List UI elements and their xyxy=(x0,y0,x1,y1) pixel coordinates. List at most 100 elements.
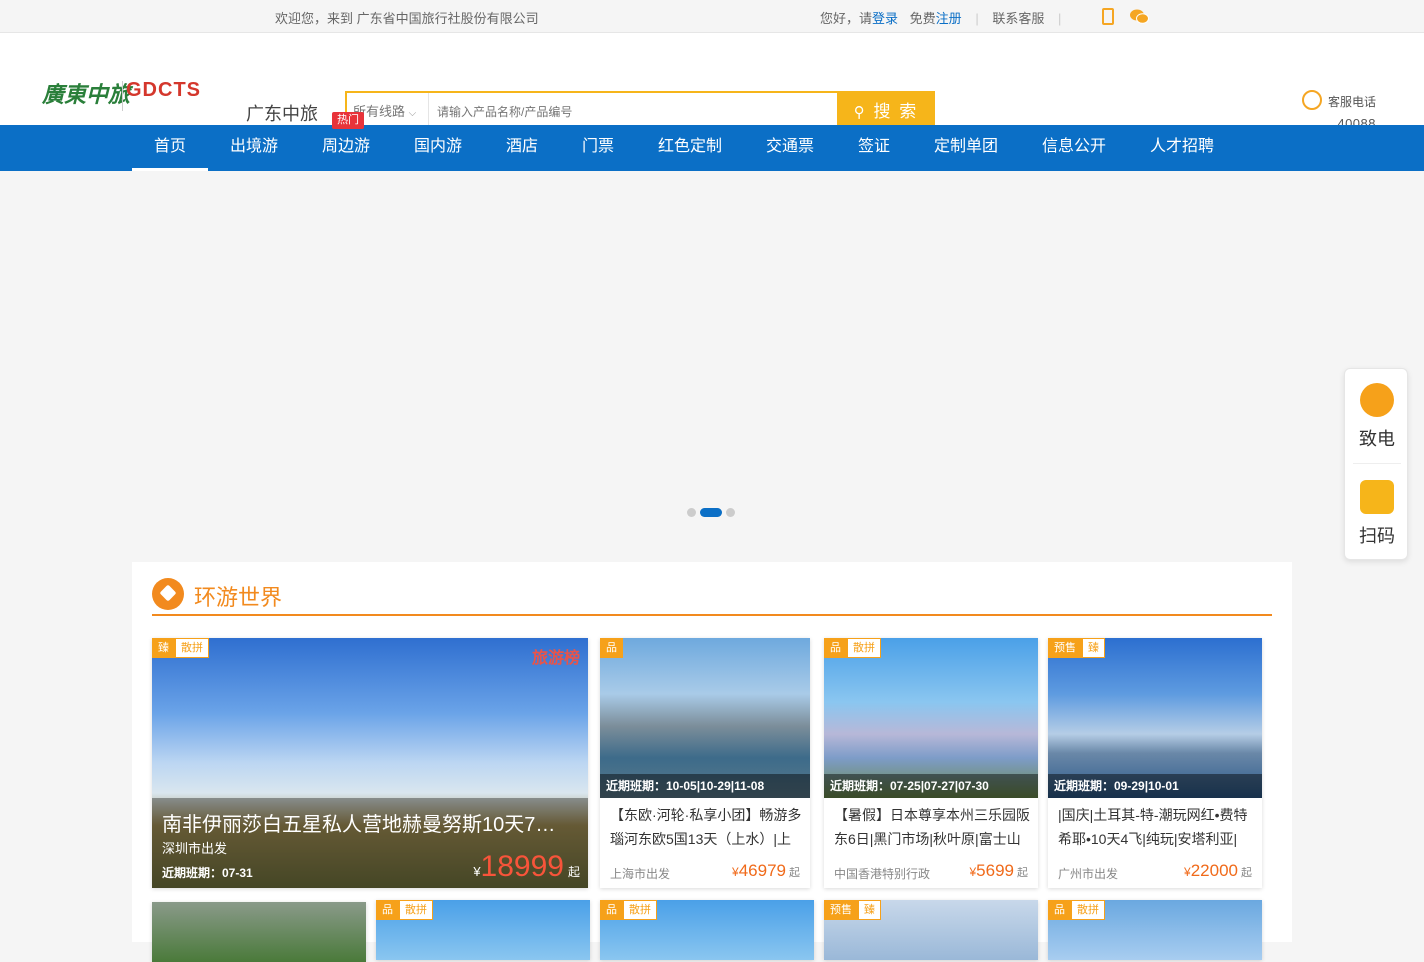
phone-icon xyxy=(1302,90,1322,110)
banner-carousel[interactable] xyxy=(0,171,1424,561)
header: 廣東中旅 GDCTS 广东中旅 所有线路 ⌵ ⚲ 搜 索 客服电话 40088 … xyxy=(0,33,1424,146)
chevron-down-icon: ⌵ xyxy=(408,108,417,119)
nav-item-home[interactable]: 首页 xyxy=(132,125,208,171)
tag: 预售 xyxy=(824,900,858,920)
nav-item-nearby[interactable]: 周边游 xyxy=(308,125,384,171)
welcome-text: 欢迎您，来到 广东省中国旅行社股份有限公司 xyxy=(275,11,539,26)
qr-code-icon xyxy=(1360,480,1394,514)
price-value: 18999 xyxy=(480,850,564,883)
product-title[interactable]: |国庆|土耳其-特-潮玩网红•费特希耶•10天4飞|纯玩|安塔利亚| xyxy=(1058,803,1254,851)
section-header: 环游世界 xyxy=(152,576,1272,616)
tag: 臻 xyxy=(152,638,175,658)
currency: ¥ xyxy=(473,864,481,879)
price-suffix: 起 xyxy=(1241,867,1252,879)
top-bar-links: 您好，请登录 免费注册 | 联系客服 | xyxy=(820,8,1071,27)
nav-item-custom-group[interactable]: 定制单团 xyxy=(924,125,1008,171)
wechat-icon[interactable] xyxy=(1129,9,1149,24)
search-button-label: 搜 索 xyxy=(873,102,919,121)
price: ¥22000 起 xyxy=(1184,861,1252,881)
price-suffix: 起 xyxy=(1017,867,1028,879)
greeting-text: 您好，请 xyxy=(820,11,873,26)
tag: 散拼 xyxy=(847,638,881,658)
product-card[interactable]: 品散拼 xyxy=(376,900,590,960)
nav-item-domestic[interactable]: 国内游 xyxy=(400,125,476,171)
mobile-icon[interactable] xyxy=(1102,8,1114,25)
world-tour-section: 环游世界 旅游榜 臻散拼 南非伊丽莎白五星私人营地赫曼努斯10天7晚 | 深圳直… xyxy=(132,562,1292,962)
call-label: 致电 xyxy=(1359,429,1395,449)
nav-item-outbound[interactable]: 出境游 xyxy=(216,125,292,171)
product-card[interactable] xyxy=(152,902,366,962)
product-tags: 品 xyxy=(600,638,623,658)
product-image: 近期班期：07-25|07-27|07-30 xyxy=(824,638,1038,798)
product-card[interactable]: 品散拼 xyxy=(1048,900,1262,960)
watermark-text: 旅游榜 xyxy=(531,650,580,667)
register-link[interactable]: 注册 xyxy=(936,11,962,26)
carousel-dots xyxy=(687,504,739,522)
nav-item-transport[interactable]: 交通票 xyxy=(752,125,828,171)
brand-name: 广东中旅 xyxy=(246,104,318,124)
tag: 品 xyxy=(1048,900,1071,920)
product-card[interactable]: 品散拼 xyxy=(600,900,814,960)
product-title[interactable]: 【东欧·河轮·私享小团】畅游多瑙河东欧5国13天（上水）|上海往返 xyxy=(610,803,802,851)
nav-item-tickets[interactable]: 门票 xyxy=(570,125,626,171)
tag: 散拼 xyxy=(1071,900,1105,920)
divider: | xyxy=(1057,11,1062,26)
product-card[interactable]: 近期班期：10-05|10-29|11-08 品 【东欧·河轮·私享小团】畅游多… xyxy=(600,638,810,888)
divider xyxy=(1353,463,1401,464)
product-tags: 品散拼 xyxy=(1048,900,1105,920)
section-title: 环游世界 xyxy=(194,585,283,610)
departure-city: 上海市出发 xyxy=(610,867,671,881)
departure-city: 中国香港特别行政 xyxy=(834,867,931,881)
login-link[interactable]: 登录 xyxy=(872,11,898,26)
price-value: 5699 xyxy=(976,861,1014,880)
logo-divider xyxy=(122,81,123,111)
scan-button[interactable]: 扫码 xyxy=(1345,480,1409,548)
currency: ¥ xyxy=(732,865,739,879)
tag: 散拼 xyxy=(175,638,209,658)
nav-item-careers[interactable]: 人才招聘 xyxy=(1140,125,1224,171)
logo-english: GDCTS xyxy=(126,79,201,101)
tag: 品 xyxy=(376,900,399,920)
product-title[interactable]: 南非伊丽莎白五星私人营地赫曼努斯10天7晚 | 深圳直飞 xyxy=(162,808,572,837)
call-button[interactable]: 致电 xyxy=(1345,383,1409,451)
product-tags: 预售臻 xyxy=(1048,638,1105,658)
schedule: 近期班期：10-05|10-29|11-08 xyxy=(600,774,810,798)
hot-badge: 热门 xyxy=(332,112,364,129)
carousel-dot[interactable] xyxy=(726,508,735,518)
currency: ¥ xyxy=(1184,865,1191,879)
nav-item-info[interactable]: 信息公开 xyxy=(1032,125,1116,171)
nav-item-visa[interactable]: 签证 xyxy=(846,125,902,171)
side-float-panel: 致电 扫码 xyxy=(1344,368,1408,560)
tag: 臻 xyxy=(858,900,881,920)
carousel-dot[interactable] xyxy=(687,508,696,518)
tag: 品 xyxy=(600,638,623,658)
price: ¥18999 起 xyxy=(473,850,580,884)
tag: 臻 xyxy=(1082,638,1105,658)
tag-icon xyxy=(152,578,184,610)
price-value: 46979 xyxy=(738,861,786,880)
price: ¥46979 起 xyxy=(732,861,800,881)
contact-service-link[interactable]: 联系客服 xyxy=(992,8,1044,27)
main-nav: 首页 出境游 周边游 国内游 酒店 门票 红色定制 交通票 签证 定制单团 信息… xyxy=(0,112,1424,171)
departure-city: 深圳市出发 xyxy=(162,841,228,856)
featured-product-card[interactable]: 旅游榜 臻散拼 南非伊丽莎白五星私人营地赫曼努斯10天7晚 | 深圳直飞 深圳市… xyxy=(152,638,588,888)
nav-item-red-custom[interactable]: 红色定制 xyxy=(650,125,730,171)
site-logo[interactable]: 廣東中旅 GDCTS xyxy=(42,77,200,117)
top-bar: 欢迎您，来到 广东省中国旅行社股份有限公司 您好，请登录 免费注册 | 联系客服… xyxy=(0,0,1424,33)
tag: 预售 xyxy=(1048,638,1082,658)
carousel-dot-active[interactable] xyxy=(700,508,722,518)
schedule: 近期班期：07-31 xyxy=(162,866,253,880)
departure-city: 广州市出发 xyxy=(1058,867,1119,881)
product-card[interactable]: 近期班期：09-29|10-01 预售臻 |国庆|土耳其-特-潮玩网红•费特希耶… xyxy=(1048,638,1262,888)
nav-item-hotel[interactable]: 酒店 xyxy=(492,125,552,171)
product-tags: 品散拼 xyxy=(600,900,657,920)
product-card[interactable]: 近期班期：07-25|07-27|07-30 品散拼 【暑假】日本尊享本州三乐园… xyxy=(824,638,1038,888)
product-title[interactable]: 【暑假】日本尊享本州三乐园阪东6日|黑门市场|秋叶原|富士山 xyxy=(834,803,1030,851)
product-tags: 臻散拼 xyxy=(152,638,209,658)
product-tags: 预售臻 xyxy=(824,900,881,920)
product-image: 近期班期：09-29|10-01 xyxy=(1048,638,1262,798)
divider: | xyxy=(975,11,979,26)
schedule: 近期班期：07-25|07-27|07-30 xyxy=(824,774,1038,798)
tag: 散拼 xyxy=(399,900,433,920)
product-card[interactable]: 预售臻 xyxy=(824,900,1038,960)
